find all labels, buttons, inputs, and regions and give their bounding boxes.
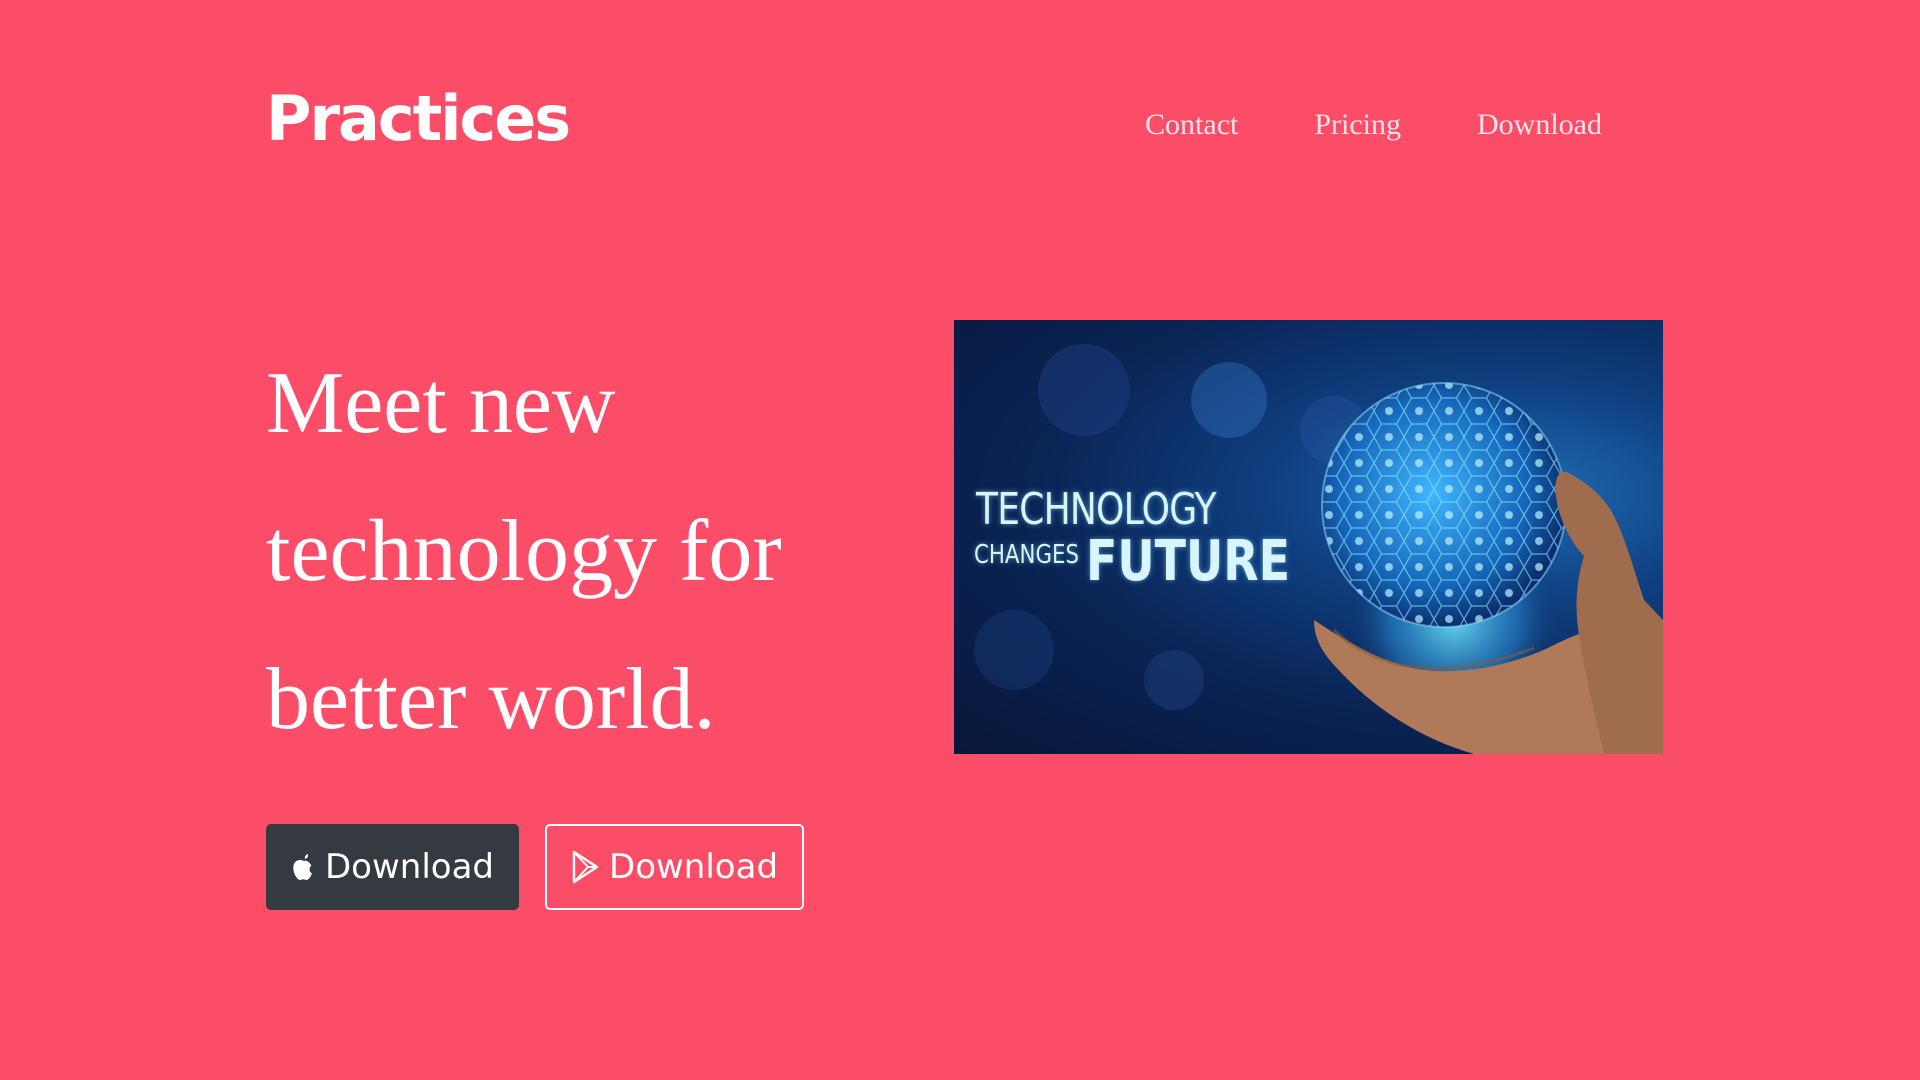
download-buttons: Download Download — [266, 824, 805, 910]
brand-logo[interactable]: Practices — [266, 88, 571, 150]
nav-link-contact[interactable]: Contact — [1145, 110, 1238, 140]
nav-link-download[interactable]: Download — [1477, 110, 1602, 140]
top-nav: Contact Pricing Download — [1145, 110, 1602, 140]
technology-globe-illustration — [974, 344, 1663, 754]
image-caption-future: FUTURE — [1086, 529, 1291, 594]
nav-link-pricing[interactable]: Pricing — [1314, 110, 1401, 140]
google-play-download-button[interactable]: Download — [545, 824, 805, 910]
image-caption-technology: TECHNOLOGY — [976, 484, 1217, 535]
apple-icon — [291, 852, 317, 882]
image-caption-changes: CHANGES — [974, 540, 1079, 570]
hero-image: TECHNOLOGY CHANGES FUTURE — [954, 320, 1663, 754]
app-store-download-label: Download — [325, 847, 495, 887]
hero-headline: Meet new technology for better world. — [266, 355, 782, 748]
google-play-download-label: Download — [609, 847, 779, 887]
google-play-icon — [571, 850, 601, 884]
app-store-download-button[interactable]: Download — [266, 824, 520, 910]
